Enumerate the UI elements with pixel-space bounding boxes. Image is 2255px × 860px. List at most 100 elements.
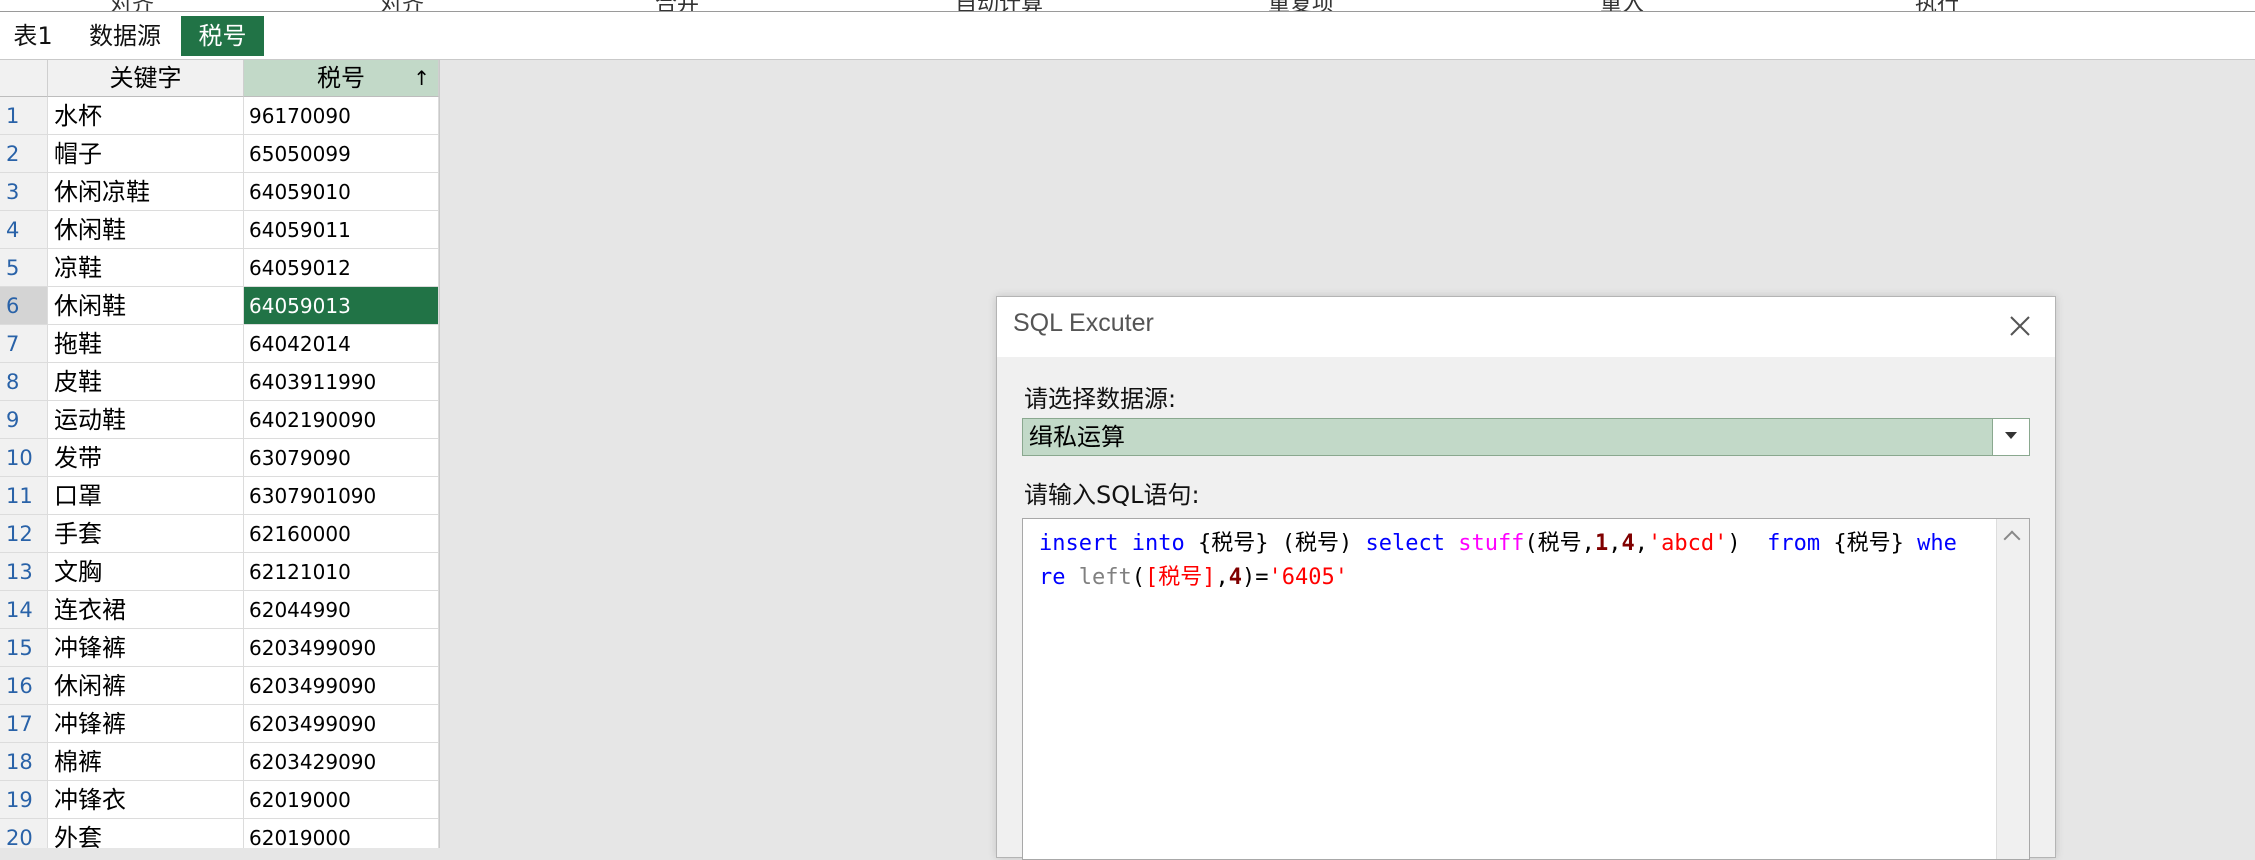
keyword-cell[interactable]: 文胸 <box>48 553 244 591</box>
row-number[interactable]: 2 <box>0 135 48 173</box>
keyword-cell[interactable]: 凉鞋 <box>48 249 244 287</box>
row-number[interactable]: 11 <box>0 477 48 515</box>
column-header-tax-code[interactable]: 税号 ↑ <box>244 60 439 97</box>
row-number[interactable]: 18 <box>0 743 48 781</box>
keyword-cell[interactable]: 棉裤 <box>48 743 244 781</box>
tax-code-cell[interactable]: 63079090 <box>244 439 439 477</box>
table-row[interactable]: 9 运动鞋 6402190090 <box>0 401 439 439</box>
toolbar-item[interactable]: 自动计算 <box>955 0 1043 11</box>
keyword-cell[interactable]: 皮鞋 <box>48 363 244 401</box>
table-row[interactable]: 1 水杯 96170090 <box>0 97 439 135</box>
tax-code-cell[interactable]: 6203499090 <box>244 629 439 667</box>
tax-code-cell[interactable]: 6403911990 <box>244 363 439 401</box>
keyword-cell[interactable]: 口罩 <box>48 477 244 515</box>
toolbar-item[interactable]: 执行 <box>1915 0 1959 11</box>
keyword-cell[interactable]: 休闲鞋 <box>48 211 244 249</box>
row-number[interactable]: 6 <box>0 287 48 325</box>
keyword-cell[interactable]: 手套 <box>48 515 244 553</box>
table-row[interactable]: 17 冲锋裤 6203499090 <box>0 705 439 743</box>
dropdown-button[interactable] <box>1992 419 2029 455</box>
table-row[interactable]: 15 冲锋裤 6203499090 <box>0 629 439 667</box>
tax-code-cell[interactable]: 62019000 <box>244 819 439 848</box>
keyword-cell[interactable]: 冲锋裤 <box>48 629 244 667</box>
tax-code-cell[interactable]: 64059013 <box>244 287 439 325</box>
tax-code-cell[interactable]: 96170090 <box>244 97 439 135</box>
row-number[interactable]: 7 <box>0 325 48 363</box>
table-row[interactable]: 8 皮鞋 6403911990 <box>0 363 439 401</box>
row-number[interactable]: 20 <box>0 819 48 848</box>
keyword-cell[interactable]: 运动鞋 <box>48 401 244 439</box>
tax-code-cell[interactable]: 62160000 <box>244 515 439 553</box>
table-row[interactable]: 11 口罩 6307901090 <box>0 477 439 515</box>
sql-text[interactable]: insert into {税号} (税号) select stuff(税号,1,… <box>1039 527 1969 595</box>
keyword-cell[interactable]: 冲锋裤 <box>48 705 244 743</box>
table-row[interactable]: 2 帽子 65050099 <box>0 135 439 173</box>
keyword-cell[interactable]: 帽子 <box>48 135 244 173</box>
tax-code-cell[interactable]: 64059010 <box>244 173 439 211</box>
tab-tax-code[interactable]: 税号 <box>181 16 264 56</box>
keyword-cell[interactable]: 休闲凉鞋 <box>48 173 244 211</box>
table-row[interactable]: 19 冲锋衣 62019000 <box>0 781 439 819</box>
table-row[interactable]: 18 棉裤 6203429090 <box>0 743 439 781</box>
table-row[interactable]: 10 发带 63079090 <box>0 439 439 477</box>
tax-code-cell[interactable]: 6402190090 <box>244 401 439 439</box>
table-row[interactable]: 3 休闲凉鞋 64059010 <box>0 173 439 211</box>
table-row[interactable]: 14 连衣裙 62044990 <box>0 591 439 629</box>
close-icon[interactable] <box>2003 309 2037 343</box>
tax-code-cell[interactable]: 6307901090 <box>244 477 439 515</box>
datasource-select[interactable]: 缉私运算 <box>1022 418 2030 456</box>
tax-code-cell[interactable]: 6203499090 <box>244 667 439 705</box>
row-number[interactable]: 1 <box>0 97 48 135</box>
row-number[interactable]: 12 <box>0 515 48 553</box>
table-row[interactable]: 12 手套 62160000 <box>0 515 439 553</box>
toolbar-item[interactable]: 对齐 <box>380 0 424 11</box>
column-header-keyword[interactable]: 关键字 <box>48 60 244 97</box>
table-row[interactable]: 13 文胸 62121010 <box>0 553 439 591</box>
row-number[interactable]: 4 <box>0 211 48 249</box>
table-row[interactable]: 4 休闲鞋 64059011 <box>0 211 439 249</box>
keyword-cell[interactable]: 发带 <box>48 439 244 477</box>
table-row[interactable]: 6 休闲鞋 64059013 <box>0 287 439 325</box>
keyword-cell[interactable]: 外套 <box>48 819 244 848</box>
corner-cell[interactable] <box>0 60 48 97</box>
tax-code-cell[interactable]: 64042014 <box>244 325 439 363</box>
table-row[interactable]: 16 休闲裤 6203499090 <box>0 667 439 705</box>
tax-code-cell[interactable]: 64059012 <box>244 249 439 287</box>
tax-code-cell[interactable]: 6203429090 <box>244 743 439 781</box>
row-number[interactable]: 9 <box>0 401 48 439</box>
row-number[interactable]: 13 <box>0 553 48 591</box>
tax-code-cell[interactable]: 64059011 <box>244 211 439 249</box>
toolbar-item[interactable]: 对齐 <box>110 0 154 11</box>
tax-code-cell[interactable]: 6203499090 <box>244 705 439 743</box>
table-row[interactable]: 20 外套 62019000 <box>0 819 439 848</box>
chevron-up-icon[interactable] <box>2003 530 2021 548</box>
toolbar-item[interactable]: 合并 <box>655 0 699 11</box>
row-number[interactable]: 15 <box>0 629 48 667</box>
tax-code-cell[interactable]: 65050099 <box>244 135 439 173</box>
tax-code-cell[interactable]: 62019000 <box>244 781 439 819</box>
tab-sheet1[interactable]: 表1 <box>8 16 58 56</box>
table-row[interactable]: 7 拖鞋 64042014 <box>0 325 439 363</box>
row-number[interactable]: 8 <box>0 363 48 401</box>
row-number[interactable]: 5 <box>0 249 48 287</box>
row-number[interactable]: 3 <box>0 173 48 211</box>
keyword-cell[interactable]: 冲锋衣 <box>48 781 244 819</box>
keyword-cell[interactable]: 拖鞋 <box>48 325 244 363</box>
toolbar-item[interactable]: 重入 <box>1600 0 1644 11</box>
toolbar-item[interactable]: 重复项 <box>1268 0 1334 11</box>
sql-scrollbar[interactable] <box>1996 519 2029 859</box>
table-row[interactable]: 5 凉鞋 64059012 <box>0 249 439 287</box>
row-number[interactable]: 19 <box>0 781 48 819</box>
sort-ascending-icon[interactable]: ↑ <box>413 60 430 97</box>
row-number[interactable]: 14 <box>0 591 48 629</box>
tab-datasource[interactable]: 数据源 <box>80 16 170 56</box>
tax-code-cell[interactable]: 62121010 <box>244 553 439 591</box>
keyword-cell[interactable]: 休闲鞋 <box>48 287 244 325</box>
sql-editor[interactable]: insert into {税号} (税号) select stuff(税号,1,… <box>1022 518 2030 860</box>
row-number[interactable]: 17 <box>0 705 48 743</box>
row-number[interactable]: 16 <box>0 667 48 705</box>
row-number[interactable]: 10 <box>0 439 48 477</box>
dialog-titlebar[interactable]: SQL Excuter <box>997 297 2055 357</box>
keyword-cell[interactable]: 水杯 <box>48 97 244 135</box>
tax-code-cell[interactable]: 62044990 <box>244 591 439 629</box>
